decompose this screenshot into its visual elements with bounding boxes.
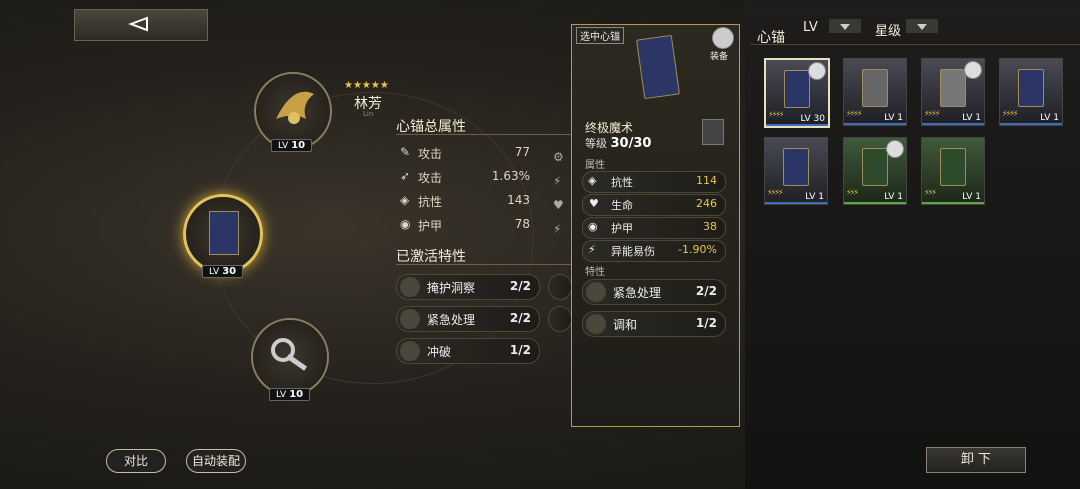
book-icon: [209, 211, 239, 255]
sort-star-dropdown[interactable]: [906, 19, 938, 33]
avatar: [886, 140, 904, 158]
avatar: [712, 27, 734, 49]
selected-anchor-panel: 选中心锚 装备 终极魔术 等级 30/30 属性 ◈ 抗性 114 ♥ 生命 2…: [571, 24, 740, 427]
rarity-bar: [1000, 123, 1062, 125]
slot-bottom-level: LV 10: [269, 388, 311, 401]
book-icon: [1018, 69, 1044, 107]
armor-icon: ◉: [400, 217, 411, 231]
lightning-icon: ⚡: [588, 243, 596, 256]
back-arrow-icon: [128, 16, 148, 32]
book-icon: [784, 70, 810, 108]
character-subname: Lin: [363, 110, 374, 118]
book-icon: [636, 34, 680, 100]
sort-lv-label[interactable]: LV: [803, 20, 818, 35]
heart-icon: [586, 282, 606, 302]
divider: [750, 44, 1080, 45]
slot-top-level: LV 10: [271, 139, 313, 152]
unequip-button[interactable]: 卸 下: [926, 447, 1026, 473]
sort-lv-dropdown[interactable]: [829, 19, 861, 33]
stat-row-resistance: ◈ 抗性 143: [400, 193, 530, 209]
avatar: [964, 61, 982, 79]
item-level: 等级 30/30: [585, 136, 652, 151]
book-icon: [783, 148, 809, 186]
inventory-card[interactable]: ⚡⚡⚡⚡ LV 1: [843, 58, 907, 126]
stat-row-attack-pct: ➶ 攻击 1.63%: [400, 169, 530, 185]
trait-icon: [586, 314, 606, 334]
trait-pill-cover-insight[interactable]: 掩护洞察 2/2: [396, 274, 540, 300]
attributes-header: 属性: [585, 160, 605, 171]
equipped-label: 装备: [710, 52, 729, 62]
compare-button[interactable]: 对比: [106, 449, 166, 473]
inventory-card[interactable]: ⚡⚡⚡ LV 1: [921, 137, 985, 205]
divider: [396, 264, 571, 265]
book-icon: [940, 148, 966, 186]
slot-middle-level: LV 30: [202, 265, 244, 278]
key-icon: [271, 338, 308, 371]
auto-equip-button[interactable]: 自动装配: [186, 449, 246, 473]
rarity-bar: [766, 124, 828, 126]
trait-pill-partial[interactable]: [548, 274, 572, 300]
heart-icon: [400, 309, 420, 329]
slot-bottom-key[interactable]: [251, 318, 329, 396]
arrow-icon: ➶: [400, 169, 411, 183]
attr-row-life: ♥ 生命 246: [582, 194, 726, 216]
attr-row-armor: ◉ 护甲 38: [582, 217, 726, 239]
stat-row-armor: ◉ 护甲 78: [400, 217, 530, 233]
armor-icon: ◉: [588, 220, 598, 233]
book-small-icon: [702, 119, 724, 145]
divider: [396, 134, 571, 135]
sort-star-label[interactable]: 星级: [875, 20, 901, 39]
inventory-card[interactable]: ⚡⚡⚡⚡ LV 30: [764, 58, 830, 128]
attr-row-anomaly: ⚡ 异能易伤 -1.90%: [582, 240, 726, 262]
sword-icon: ✎: [400, 145, 411, 159]
stat-row-attack: ✎ 攻击 77: [400, 145, 530, 161]
item-name: 终极魔术: [585, 121, 634, 135]
panel-tag: 选中心锚: [576, 27, 624, 44]
rarity-bar: [844, 202, 906, 204]
inventory-card[interactable]: ⚡⚡⚡⚡ LV 1: [921, 58, 985, 126]
total-stats-title: 心锚总属性: [396, 119, 466, 135]
detail-trait-emergency[interactable]: 紧急处理 2/2: [582, 279, 726, 305]
trait-pill-emergency[interactable]: 紧急处理 2/2: [396, 306, 540, 332]
rarity-bar: [765, 202, 827, 204]
inventory-card[interactable]: ⚡⚡⚡⚡ LV 1: [999, 58, 1063, 126]
chevron-down-icon: [840, 24, 850, 30]
book-icon: [862, 69, 888, 107]
detail-trait-harmony[interactable]: 调和 1/2: [582, 311, 726, 337]
character-stars: ★★★★★: [344, 80, 389, 91]
inventory-card[interactable]: ⚡⚡⚡ LV 1: [843, 137, 907, 205]
trait-icon: [400, 341, 420, 361]
trait-icon: [400, 277, 420, 297]
rarity-bar: [922, 123, 984, 125]
inventory-card[interactable]: ⚡⚡⚡⚡ LV 1: [764, 137, 828, 205]
heart-icon: ♥: [589, 197, 599, 210]
wings-icon: [276, 91, 314, 124]
rarity-bar: [922, 202, 984, 204]
avatar: [808, 62, 826, 80]
shield-icon: ◈: [400, 193, 410, 207]
activated-traits-title: 已激活特性: [396, 249, 466, 265]
trait-pill-breakthrough[interactable]: 冲破 1/2: [396, 338, 540, 364]
book-icon: [940, 69, 966, 107]
chevron-down-icon: [917, 24, 927, 30]
stat-side-icons: ⚙ ⚡ ♥ ⚡: [553, 150, 564, 236]
shield-icon: ◈: [588, 174, 597, 187]
rarity-bar: [844, 123, 906, 125]
book-icon: [862, 148, 888, 186]
trait-pill-partial[interactable]: [548, 306, 572, 332]
back-button[interactable]: [74, 9, 208, 41]
attr-row-resistance: ◈ 抗性 114: [582, 171, 726, 193]
traits-header: 特性: [585, 267, 605, 278]
slot-middle-selected[interactable]: [183, 194, 263, 274]
